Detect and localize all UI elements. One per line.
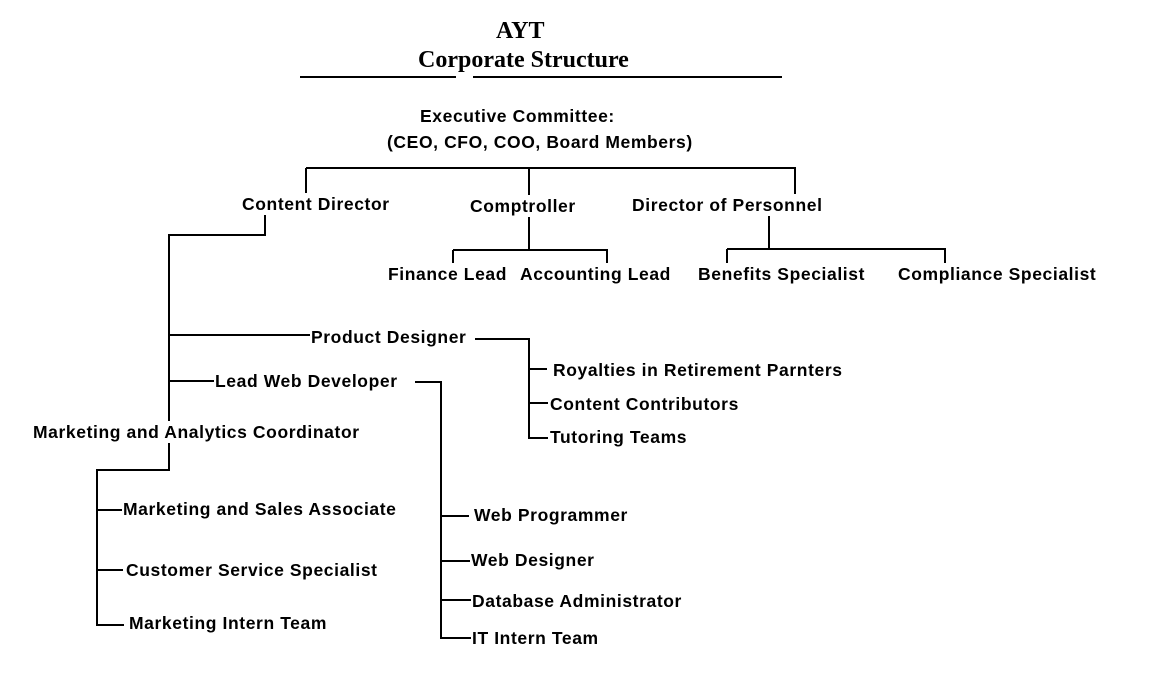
executive-members-node: (CEO, CFO, COO, Board Members)	[387, 132, 693, 152]
finance-lead-node: Finance Lead	[388, 263, 508, 285]
comptroller-node: Comptroller	[470, 195, 576, 217]
marketing-intern-team-node: Marketing Intern Team	[129, 612, 328, 634]
accounting-lead-node: Accounting Lead	[520, 263, 671, 285]
company-title: AYT	[496, 18, 545, 44]
product-designer-node: Product Designer	[311, 326, 467, 348]
web-designer-node: Web Designer	[471, 549, 595, 571]
marketing-sales-associate-node: Marketing and Sales Associate	[123, 498, 397, 520]
org-chart: AYT Corporate Structure Executive Commit…	[0, 0, 1150, 675]
content-contributors-node: Content Contributors	[550, 393, 739, 415]
page-title: Corporate Structure	[418, 47, 629, 73]
director-of-personnel-node: Director of Personnel	[632, 194, 823, 216]
content-director-node: Content Director	[242, 193, 390, 215]
lead-web-developer-node: Lead Web Developer	[215, 370, 398, 392]
compliance-specialist-node: Compliance Specialist	[898, 263, 1097, 285]
web-programmer-node: Web Programmer	[474, 504, 628, 526]
royalties-partners-node: Royalties in Retirement Parnters	[553, 359, 843, 381]
benefits-specialist-node: Benefits Specialist	[698, 263, 866, 285]
database-administrator-node: Database Administrator	[472, 590, 682, 612]
marketing-analytics-coordinator-node: Marketing and Analytics Coordinator	[33, 421, 360, 443]
it-intern-team-node: IT Intern Team	[472, 627, 599, 649]
customer-service-specialist-node: Customer Service Specialist	[126, 559, 378, 581]
executive-committee-node: Executive Committee:	[420, 106, 615, 126]
tutoring-teams-node: Tutoring Teams	[550, 426, 688, 448]
